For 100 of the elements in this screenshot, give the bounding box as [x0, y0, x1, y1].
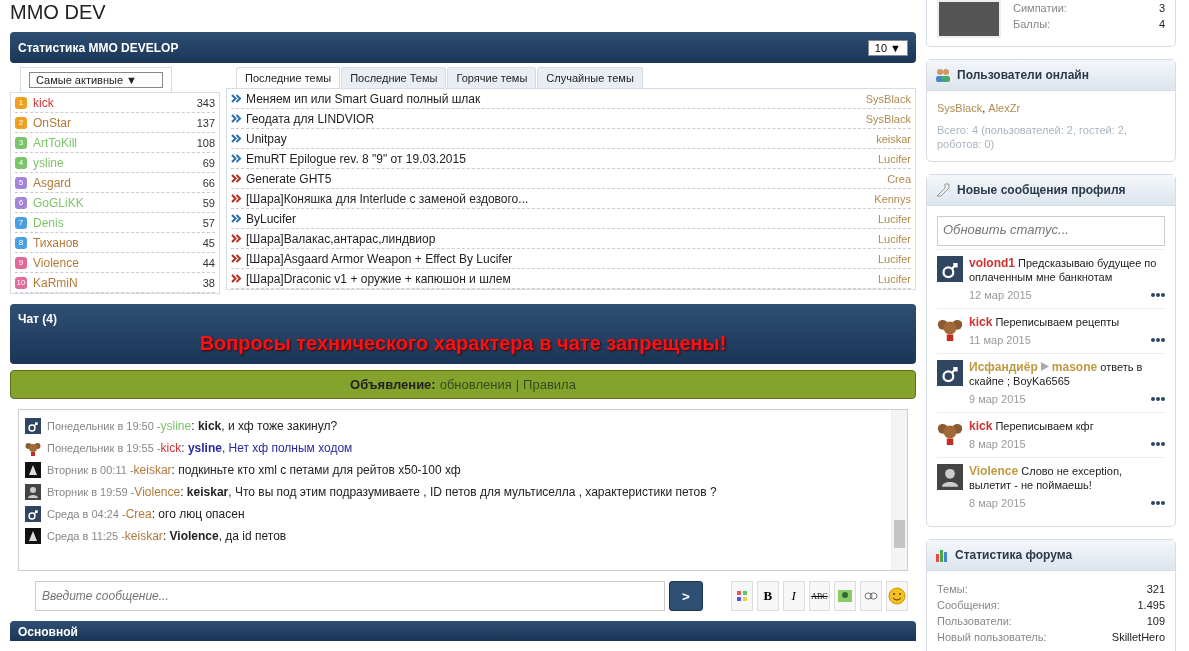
rank-badge: 7 [15, 216, 27, 229]
rules-link[interactable]: Правила [523, 377, 576, 392]
online-summary: Всего: 4 (пользователей: 2, гостей: 2, роботов: 0) [937, 123, 1128, 151]
stat-value: 1.495 [1137, 598, 1165, 613]
topics-tab[interactable]: Горячие темы [447, 67, 537, 88]
stat-value: SkilletHero [1111, 630, 1165, 645]
topic-author[interactable]: keiskar [876, 132, 911, 145]
post-count: 137 [196, 116, 215, 129]
rank-badge: 1 [15, 96, 27, 109]
more-icon[interactable] [1151, 338, 1165, 342]
topic-link[interactable]: Generate GHT5 [246, 171, 332, 186]
topics-tab[interactable]: Случайные темы [537, 67, 643, 88]
updates-link[interactable]: обновления [439, 377, 512, 392]
smiley-icon[interactable] [886, 581, 909, 611]
rank-badge: 6 [15, 196, 27, 209]
format-button[interactable]: I [782, 581, 805, 611]
user-name[interactable]: KaRmiN [33, 275, 78, 290]
user-name[interactable]: ysline [33, 155, 64, 170]
user-name[interactable]: Тиханов [33, 235, 79, 250]
topic-link[interactable]: [Шара]Валакас,антарас,линдвиор [246, 231, 436, 246]
more-icon[interactable] [1151, 293, 1165, 297]
topic-author[interactable]: Lucifer [877, 272, 911, 285]
user-name[interactable]: Denis [33, 215, 64, 230]
stat-label: Пользователи: [937, 614, 1012, 629]
user-name[interactable]: OnStar [33, 115, 71, 130]
more-icon[interactable] [1151, 397, 1165, 401]
rank-badge: 3 [15, 136, 27, 149]
post-count: 59 [202, 196, 215, 209]
message-author[interactable]: Crea [125, 507, 152, 521]
user-name[interactable]: GoGLiKK [33, 195, 84, 210]
avatar-placeholder [937, 0, 1001, 38]
topics-tab[interactable]: Последние темы [236, 67, 341, 88]
send-button[interactable]: > [669, 581, 703, 611]
status-field[interactable]: Обновить статус... [937, 216, 1165, 246]
message-time: Понедельник в 19:55 - [47, 442, 161, 454]
count-select[interactable]: 10 ▼ [867, 39, 908, 56]
message-text: : ysline, Нет хф полным ходом [181, 441, 353, 455]
post-text: Violence Слово не exception, вылетит - не поймаешь! [969, 464, 1124, 492]
chat-warning: Вопросы технического характера в чате запрещены! [198, 332, 728, 355]
section-title: Основной [18, 625, 78, 639]
more-icon[interactable] [1151, 501, 1165, 505]
rank-badge: 5 [15, 176, 27, 189]
user-name[interactable]: Violence [33, 255, 79, 270]
online-user[interactable]: AlexZr [988, 102, 1021, 114]
announcement-label: Объявление: [350, 377, 436, 392]
message-time: Понедельник в 19:50 - [47, 420, 161, 432]
card-title: Новые сообщения профиля [957, 183, 1126, 197]
topic-link[interactable]: Меняем ип или Smart Guard полный шлак [246, 91, 481, 106]
message-text: : kick, и хф тоже закинул? [191, 419, 338, 433]
message-author[interactable]: keiskar [133, 463, 172, 477]
rank-badge: 10 [15, 276, 27, 289]
user-name[interactable]: ArtToKill [33, 135, 77, 150]
topic-author[interactable]: Lucifer [877, 212, 911, 225]
post-date: 8 мар 2015 [969, 496, 1026, 510]
message-text: : ого люц опасен [151, 507, 245, 521]
post-count: 108 [196, 136, 215, 149]
stat-value: 321 [1146, 582, 1165, 597]
topic-author[interactable]: SysBlack [865, 92, 911, 105]
format-button[interactable]: B [756, 581, 779, 611]
stats-title: Статистика MMO DEVELOP [18, 40, 179, 55]
topic-author[interactable]: Lucifer [877, 252, 911, 265]
more-icon[interactable] [1151, 442, 1165, 446]
stat-value: 109 [1146, 614, 1165, 629]
post-text: volond1 Предсказываю будущее по оплаченным мне банкнотам [969, 256, 1158, 284]
user-name[interactable]: kick [33, 95, 54, 110]
scrollbar[interactable] [891, 410, 907, 570]
topic-link[interactable]: ByLucifer [246, 211, 297, 226]
card-title: Статистика форума [955, 548, 1073, 562]
message-time: Среда в 04:24 - [47, 508, 126, 520]
topics-tab[interactable]: Последние Темы [341, 67, 447, 88]
topic-link[interactable]: [Шара]Коняшка для Interlude с заменой ездового... [246, 191, 529, 206]
message-author[interactable]: keiskar [124, 529, 163, 543]
format-button[interactable]: ABC [808, 581, 831, 611]
topic-author[interactable]: Lucifer [877, 152, 911, 165]
topic-author[interactable]: Crea [887, 172, 911, 185]
users-icon [935, 68, 951, 82]
topic-link[interactable]: [Шара]Asgaard Armor Weapon + Effect By Lucifer [246, 251, 513, 266]
topic-link[interactable]: EmuRT Epilogue rev. 8 "9" от 19.03.2015 [246, 151, 466, 166]
topic-author[interactable]: Lucifer [877, 232, 911, 245]
post-date: 12 мар 2015 [969, 288, 1032, 302]
users-select[interactable]: Самые активные ▼ [29, 72, 163, 88]
stat-label: Симпатии: [1013, 1, 1067, 16]
message-input[interactable]: Введите сообщение... [35, 581, 666, 611]
message-text: : Violence, да id петов [162, 529, 287, 543]
message-text: : подкиньте кто xml с петами для рейтов x50-100 хф [171, 463, 461, 477]
comma: , [982, 102, 986, 114]
link-icon[interactable] [860, 581, 883, 611]
color-grid-icon[interactable] [730, 581, 753, 611]
post-count: 57 [202, 216, 215, 229]
picture-icon[interactable] [834, 581, 857, 611]
triangle-right-icon [1040, 362, 1049, 371]
topic-link[interactable]: [Шара]Draconic v1 + оружие + капюшон и шлем [246, 271, 511, 286]
stat-label: Баллы: [1013, 17, 1051, 32]
user-name[interactable]: Asgard [33, 175, 72, 190]
topic-link[interactable]: Unitpay [246, 131, 287, 146]
topic-author[interactable]: SysBlack [865, 112, 911, 125]
card-title: Пользователи онлайн [957, 68, 1089, 82]
topic-link[interactable]: Геодата для LINDVIOR [246, 111, 375, 126]
stat-value: 3 [1158, 1, 1165, 16]
topic-author[interactable]: Kennys [874, 192, 911, 205]
